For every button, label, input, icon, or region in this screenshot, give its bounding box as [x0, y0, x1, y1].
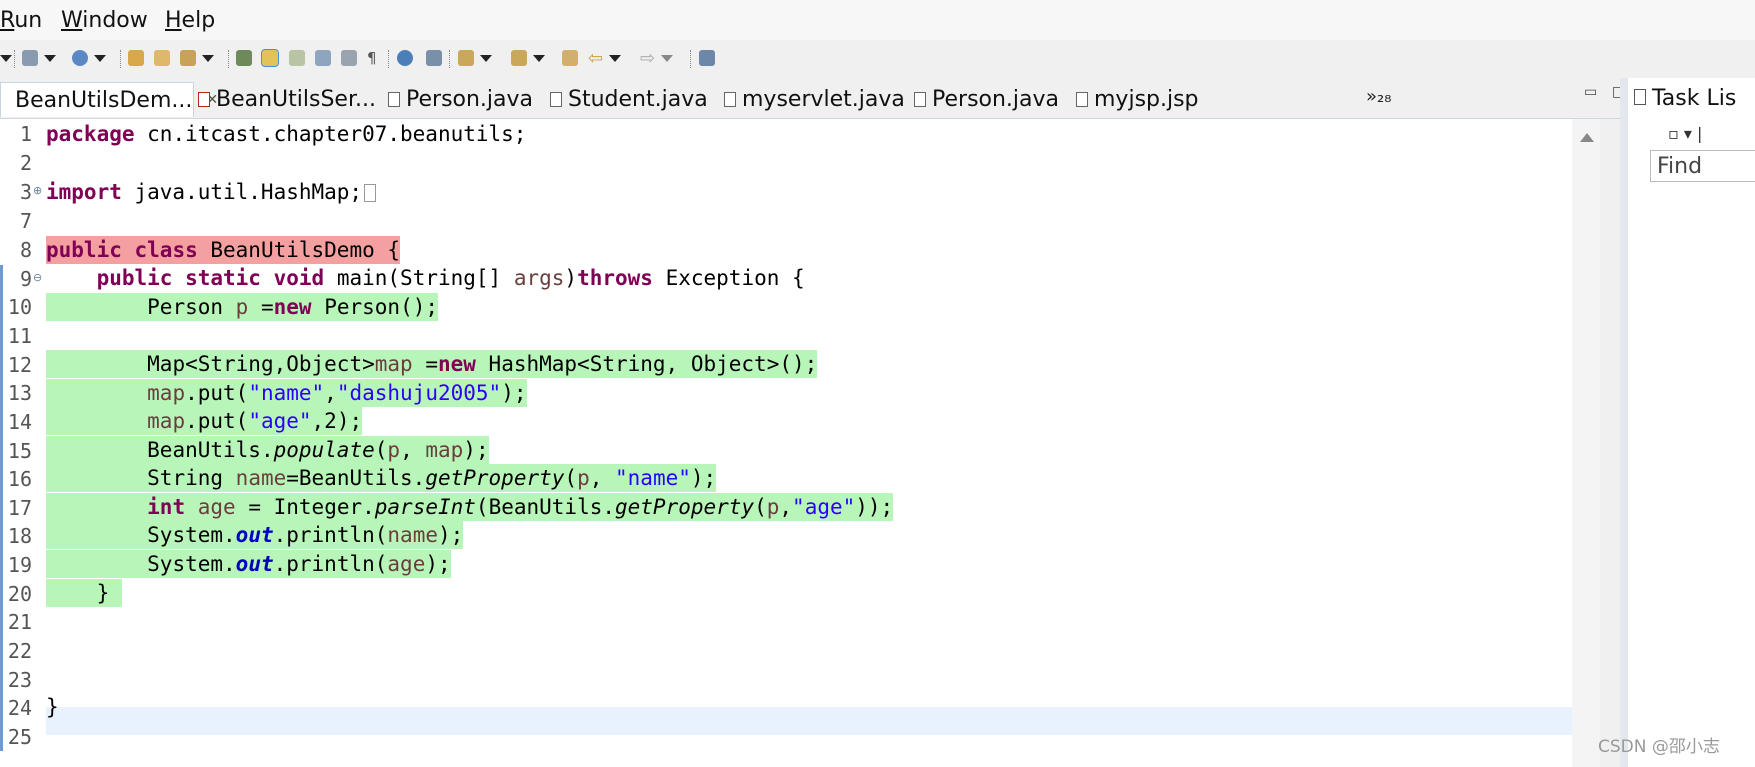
fold-collapse-icon[interactable]: ⊖	[33, 271, 42, 284]
code-line: System.out.println(name);	[46, 521, 464, 549]
find-input[interactable]: Find	[1650, 150, 1755, 182]
code-line: }	[46, 579, 122, 607]
code-line: public static void main(String[] args)th…	[96, 266, 805, 290]
previous-annotation-icon[interactable]	[511, 48, 545, 68]
toolbar-dropdown-icon[interactable]	[0, 48, 12, 68]
minimize-icon[interactable]: ▭	[1584, 84, 1597, 100]
toolbar-separator	[228, 50, 230, 68]
tab-person-java-2[interactable]: Person.java	[914, 82, 1059, 116]
line-number: 15	[7, 439, 32, 463]
line-number: 25	[7, 725, 32, 749]
line-number: 8	[19, 238, 32, 262]
toolbar-separator	[690, 50, 692, 68]
line-number: 14	[7, 410, 32, 434]
toolbar: ¶ ⇦ ⇨	[0, 40, 1755, 78]
tab-beanutilsservlet[interactable]: BeanUtilsSer...	[198, 82, 376, 116]
tab-person-java[interactable]: Person.java	[388, 82, 533, 116]
open-console-icon[interactable]	[699, 48, 715, 68]
code-line: Map<String,Object>map =new HashMap<Strin…	[46, 350, 818, 378]
code-line: BeanUtils.populate(p, map);	[46, 436, 489, 464]
open-type-icon[interactable]	[128, 48, 144, 68]
code-line: map.put("name","dashuju2005");	[46, 379, 527, 407]
line-number: 24	[7, 696, 32, 720]
toggle-breadcrumb-icon[interactable]	[315, 48, 331, 68]
java-file-icon	[388, 91, 400, 107]
java-file-icon	[198, 91, 210, 107]
folded-code-icon[interactable]	[364, 184, 377, 202]
fold-expand-icon[interactable]: ⊕	[33, 184, 42, 197]
code-line: int age = Integer.parseInt(BeanUtils.get…	[46, 493, 894, 521]
forward-icon[interactable]: ⇨	[640, 48, 674, 69]
line-number: 9	[19, 267, 32, 291]
task-list-icon	[1634, 89, 1646, 105]
line-number: 2	[19, 151, 32, 175]
java-file-icon	[914, 91, 926, 107]
line-number: 21	[7, 610, 32, 634]
show-whitespace-icon[interactable]: ¶	[367, 48, 377, 68]
back-icon[interactable]: ⇦	[588, 48, 622, 69]
code-line: map.put("age",2);	[46, 407, 363, 435]
external-tools-icon[interactable]	[180, 48, 214, 68]
mark-occurrences-icon[interactable]	[261, 48, 279, 68]
java-file-icon	[550, 91, 562, 107]
pin-editor-icon[interactable]	[426, 48, 442, 68]
line-number: 11	[7, 324, 32, 348]
highlight-icon[interactable]	[289, 48, 305, 68]
tab-task-list[interactable]: Task Lis	[1634, 86, 1736, 111]
line-number: 22	[7, 639, 32, 663]
code-line: package cn.itcast.chapter07.beanutils;	[46, 122, 527, 146]
search-icon[interactable]	[236, 48, 252, 68]
code-line: Person p =new Person();	[46, 293, 438, 321]
line-number: 16	[7, 467, 32, 491]
tab-overflow-button[interactable]: »₂₈	[1366, 86, 1391, 107]
toolbar-separator	[120, 50, 122, 68]
scroll-up-icon[interactable]	[1580, 133, 1594, 142]
line-number: 20	[7, 582, 32, 606]
run-config-icon[interactable]	[72, 48, 106, 68]
menu-window[interactable]: Window	[61, 8, 148, 33]
line-number: 23	[7, 668, 32, 692]
code-line: }	[46, 695, 59, 719]
current-line-highlight	[46, 707, 1576, 735]
open-folder-icon[interactable]	[154, 48, 170, 68]
line-number: 3	[19, 180, 32, 204]
change-indicator	[0, 265, 3, 751]
line-number: 18	[7, 524, 32, 548]
line-number: 12	[7, 353, 32, 377]
block-selection-icon[interactable]	[341, 48, 357, 68]
toolbar-separator	[14, 50, 16, 68]
watermark: CSDN @邵小志	[1598, 737, 1720, 757]
editor-tab-bar: BeanUtilsDem... ✕ BeanUtilsSer... Person…	[0, 78, 1640, 119]
toolbar-separator	[388, 50, 390, 68]
menu-run[interactable]: Run	[0, 8, 42, 33]
new-task-icon[interactable]: ▫ ▾ |	[1668, 124, 1702, 143]
next-annotation-icon[interactable]	[458, 48, 492, 68]
last-edit-location-icon[interactable]	[562, 48, 578, 68]
line-number: 19	[7, 553, 32, 577]
globe-icon[interactable]	[397, 48, 413, 68]
line-number: 7	[19, 209, 32, 233]
line-number: 17	[7, 496, 32, 520]
code-line: System.out.println(age);	[46, 550, 451, 578]
jsp-file-icon	[1076, 91, 1088, 107]
tab-student-java[interactable]: Student.java	[550, 82, 708, 116]
line-number: 13	[7, 381, 32, 405]
menu-help[interactable]: Help	[165, 8, 215, 33]
task-list-panel: Task Lis ▫ ▾ | Find	[1620, 78, 1755, 767]
vertical-scrollbar[interactable]	[1572, 119, 1600, 767]
toolbar-separator	[449, 50, 451, 68]
code-line: import java.util.HashMap;	[46, 178, 377, 206]
java-file-icon	[724, 91, 736, 107]
tab-myjsp-jsp[interactable]: myjsp.jsp	[1076, 82, 1199, 116]
line-number: 10	[7, 295, 32, 319]
debug-icon[interactable]	[22, 48, 56, 68]
code-line: public class BeanUtilsDemo {	[46, 236, 401, 264]
code-line: String name=BeanUtils.getProperty(p, "na…	[46, 464, 717, 492]
code-editor[interactable]: 1 2 3 ⊕ 7 8 9 ⊖ 10 11 12 13 14 15 16 17 …	[0, 119, 1600, 767]
tab-beanutilsdemo[interactable]: BeanUtilsDem... ✕	[0, 82, 218, 117]
menu-bar: Run Window Help	[0, 0, 1755, 40]
line-number: 1	[19, 122, 32, 146]
line-number-gutter: 1 2 3 ⊕ 7 8 9 ⊖ 10 11 12 13 14 15 16 17 …	[0, 119, 46, 767]
tab-myservlet-java[interactable]: myservlet.java	[724, 82, 905, 116]
